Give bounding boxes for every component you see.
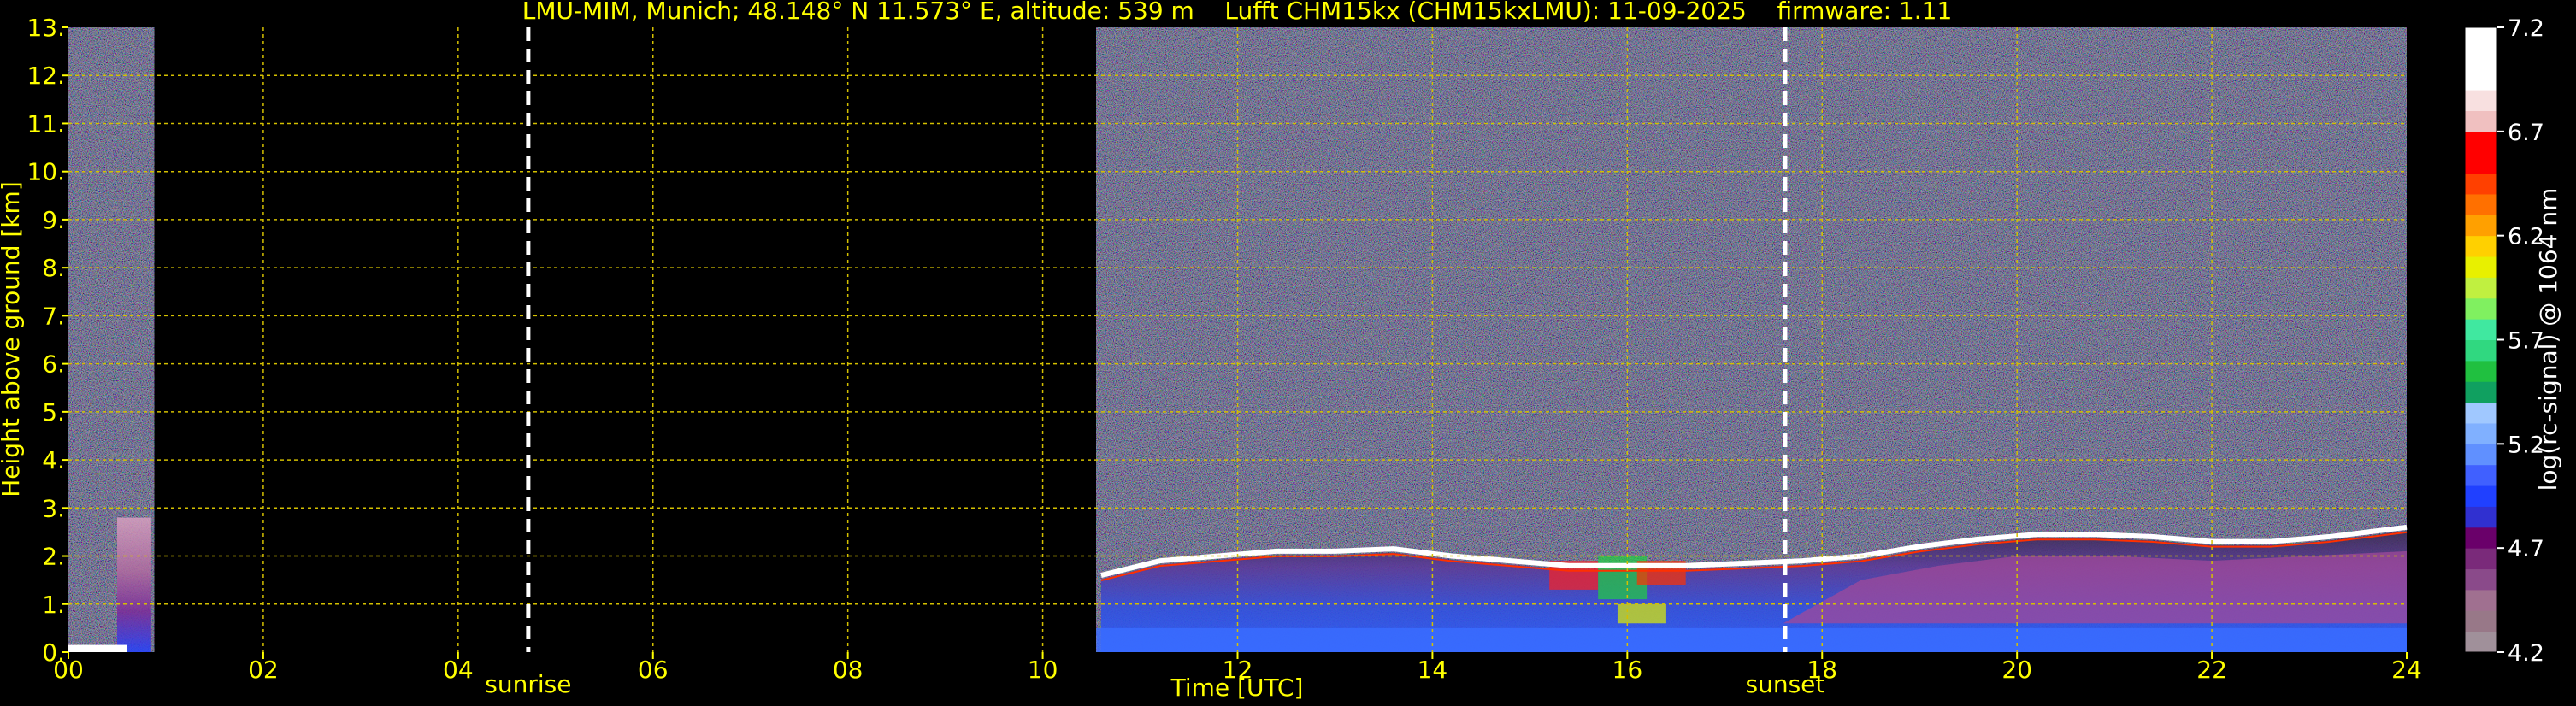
x-tick-label-11: 22: [2196, 656, 2227, 684]
y-axis: 0.1.2.3.4.5.6.7.8.9.10.11.12.13.: [27, 14, 68, 667]
chart-title: LMU-MIM, Munich; 48.148° N 11.573° E, al…: [522, 0, 1953, 25]
colorbar-swatch-18: [2465, 256, 2497, 278]
colorbar-swatch-0: [2465, 631, 2497, 653]
y-tick-label-3: 3.: [42, 494, 65, 522]
x-tick-label-5: 10: [1028, 656, 1058, 684]
colorbar-swatch-27: [2465, 68, 2497, 91]
y-tick-label-2: 2.: [42, 543, 65, 571]
colorbar-swatch-3: [2465, 568, 2497, 591]
x-tick-label-4: 08: [833, 656, 864, 684]
ground-blue-band: [1096, 627, 2407, 652]
y-axis-label: Height above ground [km]: [0, 181, 25, 497]
y-tick-label-8: 8.: [42, 254, 65, 282]
colorbar-swatch-19: [2465, 235, 2497, 257]
colorbar-swatch-12: [2465, 381, 2497, 403]
colorbar-swatch-9: [2465, 444, 2497, 466]
colorbar-swatch-16: [2465, 297, 2497, 320]
y-tick-label-5: 5.: [42, 398, 65, 427]
colorbar-swatch-17: [2465, 277, 2497, 299]
colorbar-swatch-22: [2465, 173, 2497, 195]
colorbar-tick-label-6: 7.2: [2508, 15, 2544, 42]
colorbar-swatch-24: [2465, 131, 2497, 153]
y-tick-label-11: 11.: [27, 109, 65, 138]
y-tick-label-7: 7.: [42, 302, 65, 330]
colorbar-swatch-10: [2465, 422, 2497, 444]
x-tick-label-12: 24: [2391, 656, 2422, 684]
strong-signal-3: [1617, 603, 1666, 624]
colorbar-tick-label-0: 4.2: [2508, 640, 2544, 667]
colorbar-swatch-20: [2465, 215, 2497, 237]
colorbar-swatch-4: [2465, 548, 2497, 570]
y-tick-label-10: 10.: [27, 158, 65, 186]
x-tick-label-1: 02: [248, 656, 279, 684]
colorbar-swatch-7: [2465, 485, 2497, 507]
colorbar-swatch-1: [2465, 610, 2497, 632]
y-tick-label-9: 9.: [42, 206, 65, 234]
x-tick-label-10: 20: [2001, 656, 2032, 684]
sunrise-label: sunrise: [485, 670, 571, 698]
y-tick-label-4: 4.: [42, 446, 65, 474]
colorbar-swatch-29: [2465, 27, 2497, 49]
morning-layer: [116, 517, 151, 652]
colorbar-tick-label-5: 6.7: [2508, 120, 2544, 146]
colorbar-swatch-26: [2465, 90, 2497, 111]
plot-area: sunrise sunset: [68, 27, 2408, 698]
colorbar-swatch-6: [2465, 506, 2497, 528]
colorbar-swatch-28: [2465, 48, 2497, 70]
colorbar-swatch-13: [2465, 360, 2497, 382]
colorbar-swatch-5: [2465, 527, 2497, 549]
x-tick-label-2: 04: [443, 656, 474, 684]
colorbar-swatch-23: [2465, 152, 2497, 174]
morning-ground-signal: [68, 644, 127, 652]
x-tick-label-7: 14: [1418, 656, 1448, 684]
colorbar-swatch-25: [2465, 110, 2497, 132]
ceilometer-chart: sunrise sunset 0.1.2.3.4.5.6.7.8.9.10.11.…: [0, 0, 2562, 702]
colorbar-tick-label-1: 4.7: [2508, 536, 2544, 562]
x-tick-label-8: 16: [1612, 656, 1643, 684]
y-tick-label-6: 6.: [42, 350, 65, 379]
y-tick-label-13: 13.: [27, 14, 65, 42]
colorbar: 4.24.75.25.76.26.77.2: [2464, 15, 2544, 667]
colorbar-swatch-8: [2465, 464, 2497, 486]
y-tick-label-1: 1.: [42, 591, 65, 619]
colorbar-swatch-21: [2465, 193, 2497, 215]
x-tick-label-3: 06: [638, 656, 669, 684]
colorbar-swatch-14: [2465, 339, 2497, 362]
x-axis-label: Time [UTC]: [1170, 674, 1304, 702]
colorbar-label: log(rc-signal) @ 1064 nm: [2534, 188, 2562, 491]
colorbar-swatch-2: [2465, 589, 2497, 611]
y-tick-label-12: 12.: [27, 62, 65, 90]
x-tick-label-0: 00: [53, 656, 84, 684]
x-tick-label-9: 18: [1807, 656, 1837, 684]
colorbar-swatch-15: [2465, 319, 2497, 340]
colorbar-swatch-11: [2465, 402, 2497, 424]
